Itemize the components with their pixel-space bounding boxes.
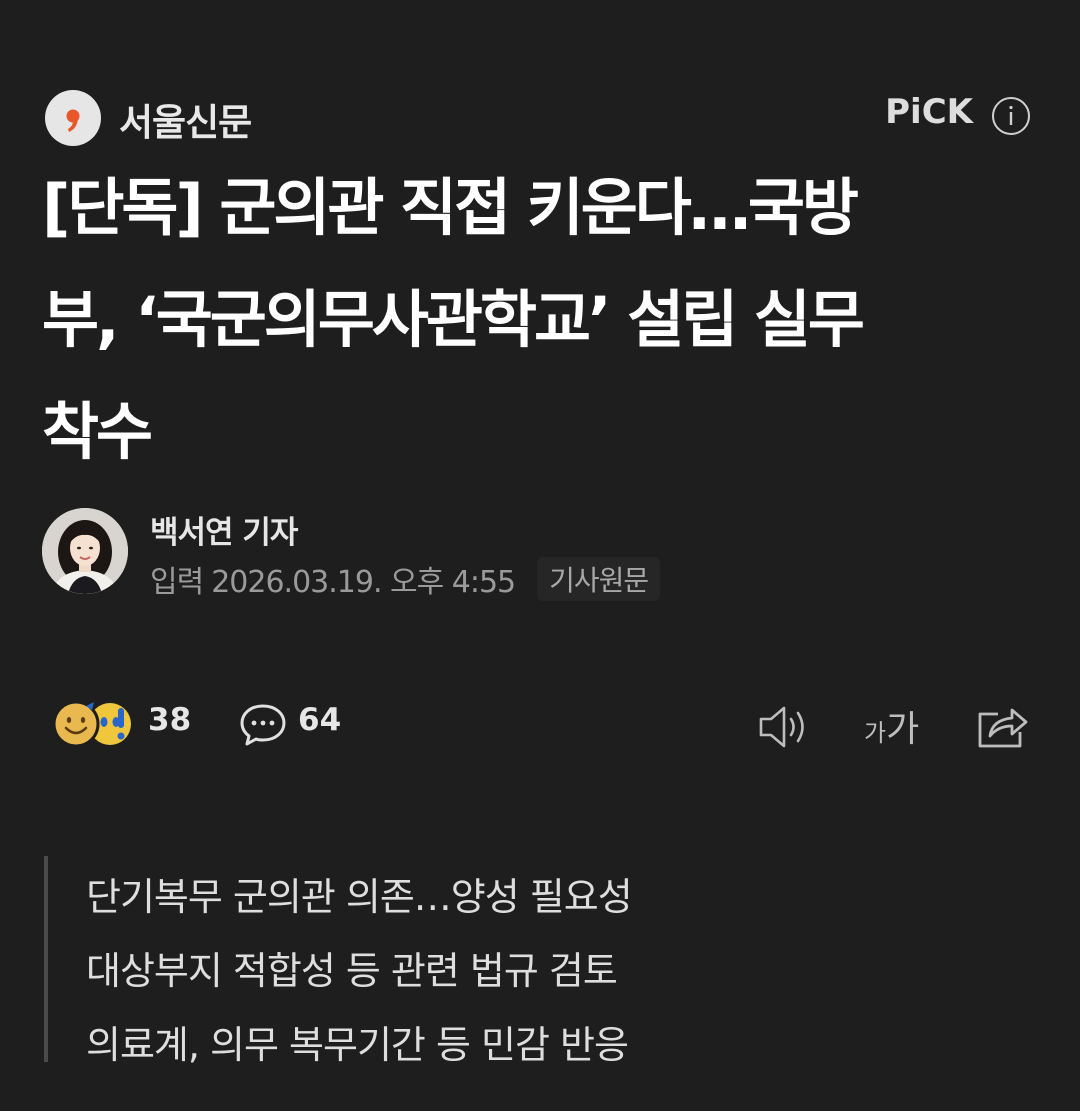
font-large-label: 가: [886, 709, 920, 750]
comment-count[interactable]: 64: [298, 702, 341, 738]
reaction-count[interactable]: 38: [148, 702, 191, 738]
summary-line: 대상부지 적합성 등 관련 법규 검토: [86, 949, 618, 993]
reporter-avatar[interactable]: [42, 508, 128, 594]
share-icon[interactable]: [974, 700, 1032, 752]
article-summary: 단기복무 군의관 의존…양성 필요성 대상부지 적합성 등 관련 법규 검토 의…: [86, 860, 1046, 1082]
press-name[interactable]: 서울신문: [119, 92, 252, 146]
info-icon[interactable]: [991, 96, 1031, 136]
press-header: 서울신문 PiCK: [45, 88, 1035, 146]
date-prefix: 입력: [150, 565, 204, 600]
speaker-icon[interactable]: [756, 702, 814, 752]
pick-label: PiCK: [885, 92, 973, 132]
summary-line: 단기복무 군의관 의존…양성 필요성: [86, 875, 633, 919]
font-size-button[interactable]: 가가: [864, 700, 919, 752]
comment-icon[interactable]: [238, 702, 288, 748]
reporter-name[interactable]: 백서연 기자: [150, 507, 298, 552]
font-small-label: 가: [864, 719, 887, 747]
article-meta: 입력 2026.03.19. 오후 4:55 기사원문: [150, 557, 661, 601]
article-headline: [단독] 군의관 직접 키운다…국방 부, ‘국군의무사관학교’ 설립 실무 착…: [42, 171, 865, 468]
publish-date: 2026.03.19. 오후 4:55: [211, 565, 516, 600]
original-article-link[interactable]: 기사원문: [537, 557, 661, 601]
comma-logo-icon: [66, 109, 80, 132]
reaction-emoji-icon[interactable]: [48, 696, 138, 752]
summary-line: 의료계, 의무 복무기간 등 민감 반응: [86, 1023, 629, 1067]
summary-quote-bar: [44, 856, 48, 1062]
press-logo[interactable]: [45, 90, 101, 146]
